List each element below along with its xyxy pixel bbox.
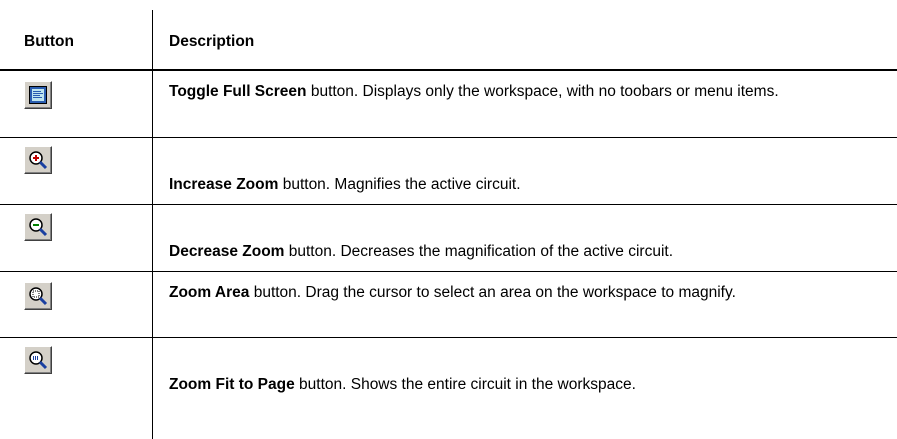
table-row: Zoom Area button. Drag the cursor to sel… [0, 272, 897, 337]
decrease-zoom-icon [29, 218, 48, 237]
row-text: button. Magnifies the active circuit. [278, 176, 521, 193]
header-col-description: Description [169, 33, 255, 50]
table-row: Increase Zoom button. Magnifies the acti… [0, 138, 897, 204]
table-row: Toggle Full Screen button. Displays only… [0, 71, 897, 137]
zoom-area-icon [29, 287, 48, 306]
row-text: button. Displays only the workspace, wit… [306, 83, 779, 100]
zoom-fit-to-page-icon [29, 351, 48, 370]
row-text: button. Shows the entire circuit in the … [294, 376, 636, 393]
row-text: button. Drag the cursor to select an are… [249, 284, 736, 301]
increase-zoom-icon [29, 151, 48, 170]
toggle-full-screen-icon [29, 86, 47, 104]
toggle-full-screen-button[interactable] [24, 81, 52, 109]
row-description: Decrease Zoom button. Decreases the magn… [169, 241, 869, 262]
zoom-fit-to-page-button[interactable] [24, 346, 52, 374]
row-description: Zoom Area button. Drag the cursor to sel… [169, 282, 869, 303]
row-text: button. Decreases the magnification of t… [284, 243, 674, 260]
decrease-zoom-button[interactable] [24, 213, 52, 241]
table-row: Decrease Zoom button. Decreases the magn… [0, 205, 897, 271]
row-title: Zoom Fit to Page [169, 376, 295, 393]
increase-zoom-button[interactable] [24, 146, 52, 174]
row-title: Decrease Zoom [169, 243, 285, 260]
row-title: Zoom Area [169, 284, 250, 301]
header-col-button: Button [24, 33, 74, 50]
table-row: Zoom Fit to Page button. Shows the entir… [0, 338, 897, 439]
zoom-area-button[interactable] [24, 282, 52, 310]
row-description: Increase Zoom button. Magnifies the acti… [169, 174, 869, 195]
row-title: Toggle Full Screen [169, 83, 307, 100]
row-description: Zoom Fit to Page button. Shows the entir… [169, 374, 869, 395]
row-description: Toggle Full Screen button. Displays only… [169, 81, 869, 102]
row-title: Increase Zoom [169, 176, 279, 193]
